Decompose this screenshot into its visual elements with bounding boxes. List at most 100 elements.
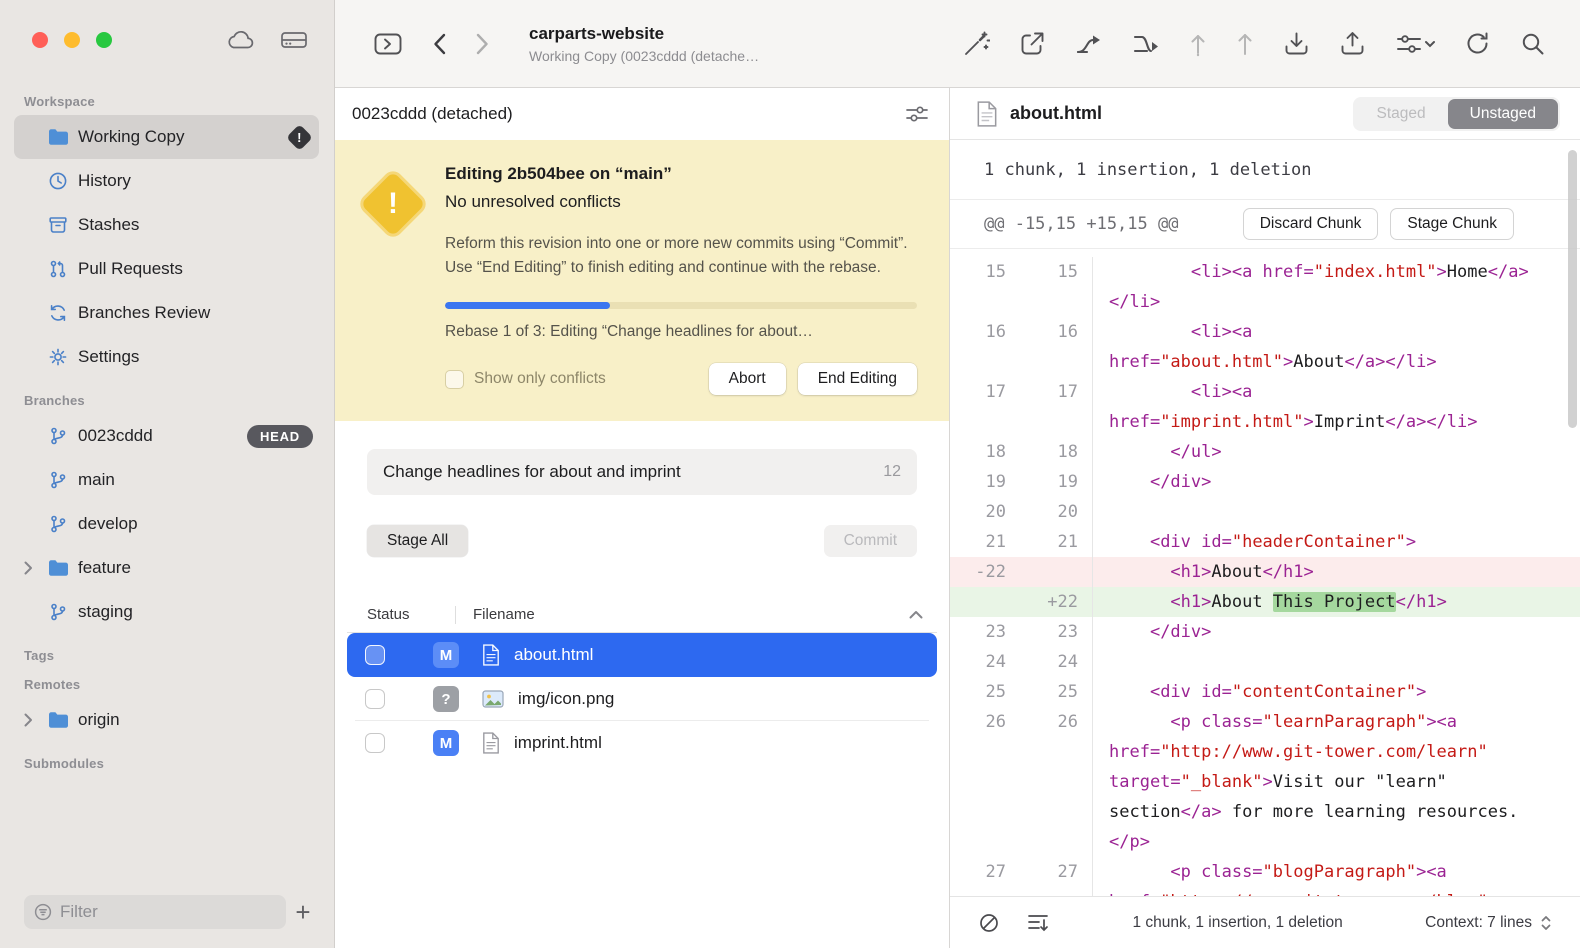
new-line-number: 15 [1020,257,1092,317]
refresh-button[interactable] [1464,30,1491,57]
ignore-whitespace-icon[interactable] [978,912,1000,934]
open-repository-button[interactable] [373,31,403,57]
add-repository-button[interactable]: + [286,897,320,928]
fetch-button[interactable] [1283,30,1310,57]
chevron-left-icon [433,33,446,55]
unstaged-tab[interactable]: Unstaged [1448,99,1558,129]
minimize-window-button[interactable] [64,32,80,48]
sidebar-item-pull-requests[interactable]: Pull Requests [14,247,319,291]
end-editing-button[interactable]: End Editing [798,363,917,395]
old-line-number: 24 [950,647,1020,677]
rebase-icon [1132,31,1160,56]
sidebar-item-label: Working Copy [78,127,290,147]
file-row-about-html[interactable]: Mabout.html [347,633,937,677]
branch-item-staging[interactable]: staging [14,590,319,634]
diff-line[interactable]: 2323 </div> [950,617,1580,647]
sidebar-item-working-copy[interactable]: Working Copy! [14,115,319,159]
merge-button[interactable] [1075,31,1103,56]
quick-actions-button[interactable] [962,30,990,58]
new-line-number: 21 [1020,527,1092,557]
rebase-button[interactable] [1132,31,1160,56]
view-options-sliders-icon[interactable] [905,104,929,124]
warning-content: Editing 2b504bee on “main” No unresolved… [445,164,917,395]
view-options-button[interactable] [1395,31,1435,57]
collapse-list-chevron-icon[interactable] [909,610,923,619]
sidebar-item-label: Branches Review [78,303,319,323]
close-window-button[interactable] [32,32,48,48]
stepper-icon[interactable] [1540,914,1552,932]
diff-line[interactable]: -22 <h1>About</h1> [950,557,1580,587]
warning-title: Editing 2b504bee on “main” [445,164,917,184]
stage-file-checkbox[interactable] [365,689,385,709]
pull-request-icon [46,259,70,279]
discard-chunk-button[interactable]: Discard Chunk [1243,208,1379,240]
repository-filter-input[interactable]: Filter [24,895,286,929]
branch-item-label: develop [78,514,319,534]
diff-line[interactable]: 1515 <li><a href="index.html">Home</a></… [950,257,1580,317]
diff-line-code [1092,647,1580,677]
sidebar-item-history[interactable]: History [14,159,319,203]
context-lines-label: Context: 7 lines [1425,914,1532,932]
show-only-conflicts-checkbox[interactable]: Show only conflicts [445,370,709,389]
diff-line[interactable]: 1818 </ul> [950,437,1580,467]
stash-button[interactable] [1339,30,1366,57]
abort-button[interactable]: Abort [709,363,786,395]
file-row-img-icon-png[interactable]: ?img/icon.png [347,677,937,721]
head-badge: HEAD [247,425,313,448]
open-in-button[interactable] [1019,30,1046,57]
diff-line[interactable]: 1616 <li><a href="about.html">About</a><… [950,317,1580,377]
diff-line[interactable]: 1919 </div> [950,467,1580,497]
diff-line[interactable]: 1717 <li><a href="imprint.html">Imprint<… [950,377,1580,437]
file-row-imprint-html[interactable]: Mimprint.html [347,721,937,765]
sidebar-item-branches-review[interactable]: Branches Review [14,291,319,335]
diff-line-code: </div> [1092,617,1580,647]
local-repositories-icon[interactable] [280,29,308,51]
commit-button[interactable]: Commit [824,525,917,557]
submodules-section-header: Submodules [0,756,334,771]
diff-line[interactable]: 2626 <p class="learnParagraph"><a href="… [950,707,1580,857]
branch-item-0023cddd[interactable]: 0023cdddHEAD [14,414,319,458]
sidebar-item-settings[interactable]: Settings [14,335,319,379]
branch-item-main[interactable]: main [14,458,319,502]
context-lines-control[interactable]: Context: 7 lines [1425,914,1552,932]
chunk-bar: @@ -15,15 +15,15 @@ Discard Chunk Stage … [950,200,1580,249]
sidebar-item-stashes[interactable]: Stashes [14,203,319,247]
stage-file-checkbox[interactable] [365,645,385,665]
commit-ref-title: 0023cddd (detached) [352,104,905,124]
diff-line[interactable]: 2020 [950,497,1580,527]
filename-column-header[interactable]: Filename [473,606,909,623]
search-button[interactable] [1520,31,1546,57]
diff-line[interactable]: 2727 <p class="blogParagraph"><a href="h… [950,857,1580,896]
push-button[interactable] [1236,31,1254,57]
diff-lines: 1515 <li><a href="index.html">Home</a></… [950,249,1580,896]
expand-chevron-icon[interactable] [24,698,33,742]
diff-line[interactable]: 2525 <div id="contentContainer"> [950,677,1580,707]
zoom-window-button[interactable] [96,32,112,48]
pull-button[interactable] [1189,31,1207,57]
remote-item-origin[interactable]: origin [14,698,319,742]
line-wrap-icon[interactable] [1026,912,1050,934]
forward-button[interactable] [476,33,489,55]
new-line-number: 17 [1020,377,1092,437]
branch-item-develop[interactable]: develop [14,502,319,546]
diff-line-code [1092,497,1580,527]
stage-chunk-button[interactable]: Stage Chunk [1390,208,1514,240]
diff-line[interactable]: +22 <h1>About This Project</h1> [950,587,1580,617]
status-column-header[interactable]: Status [367,606,455,623]
diff-stats-text: 1 chunk, 1 insertion, 1 deletion [984,160,1312,180]
vertical-scrollbar[interactable] [1568,150,1577,428]
expand-chevron-icon[interactable] [24,546,33,590]
commit-message-input[interactable]: Change headlines for about and imprint 1… [367,449,917,495]
stage-all-button[interactable]: Stage All [367,525,468,557]
arrow-out-icon [1019,30,1046,57]
old-line-number: 16 [950,317,1020,377]
branch-item-feature[interactable]: feature [14,546,319,590]
diff-line[interactable]: 2121 <div id="headerContainer"> [950,527,1580,557]
stage-file-checkbox[interactable] [365,733,385,753]
diff-line[interactable]: 2424 [950,647,1580,677]
old-line-number: -22 [950,557,1020,587]
cloud-services-icon[interactable] [226,30,256,50]
commit-message-counter: 12 [883,463,901,481]
staged-tab[interactable]: Staged [1355,99,1448,129]
back-button[interactable] [433,33,446,55]
